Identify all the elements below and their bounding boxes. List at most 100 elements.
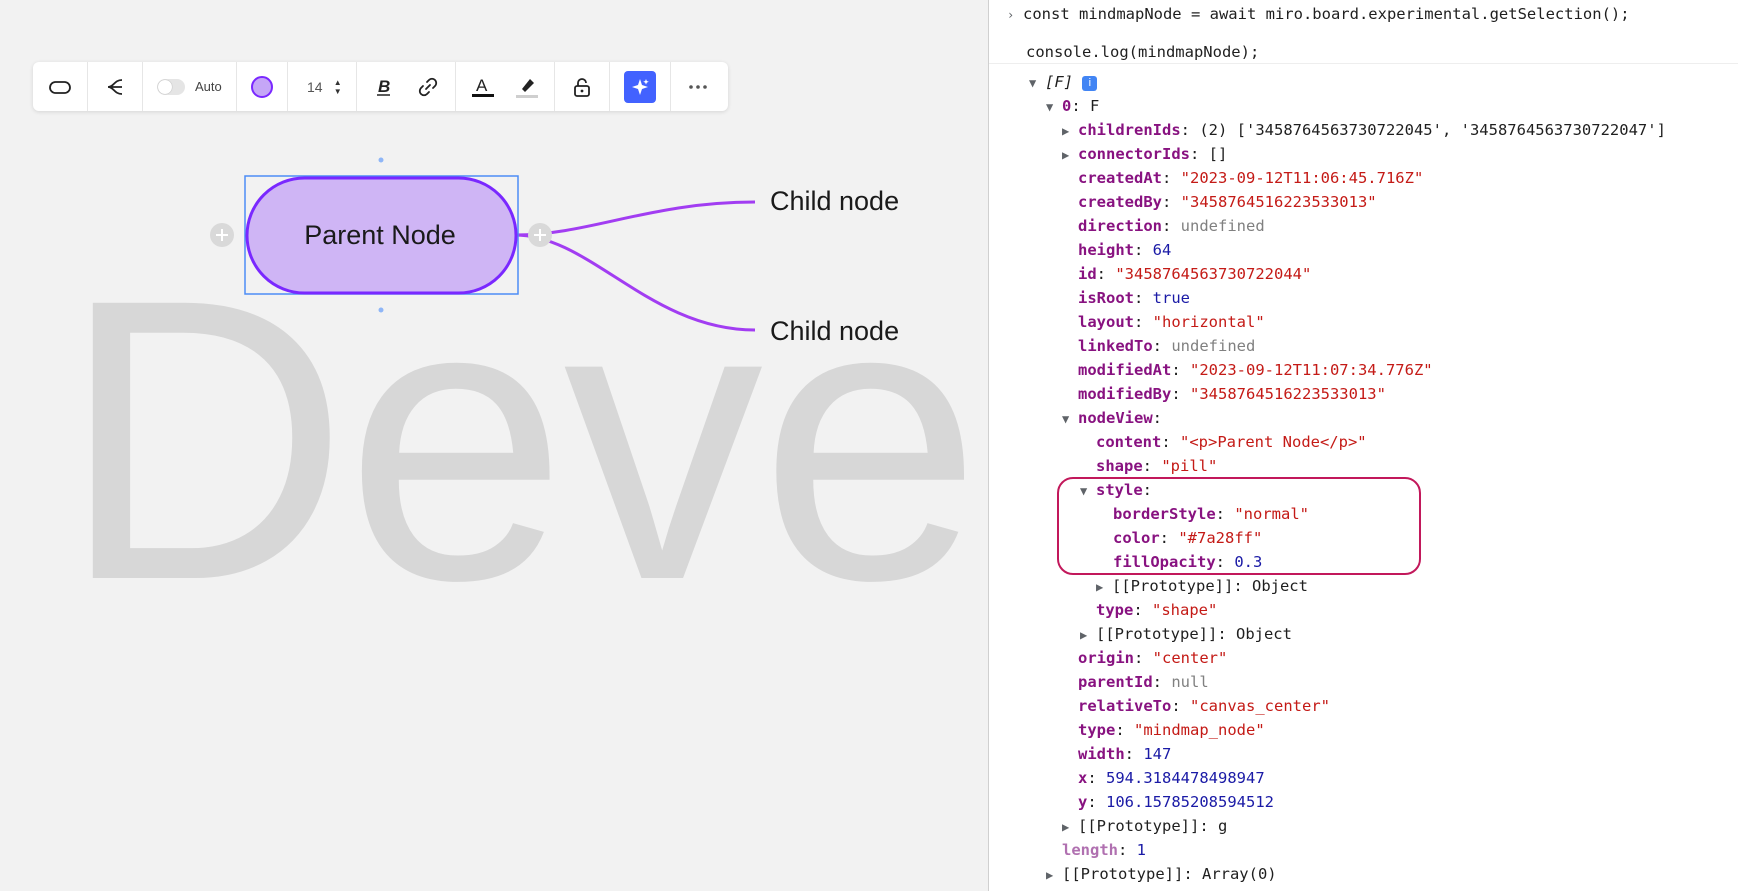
prop-childrenIds[interactable]: ▶ childrenIds: (2) ['3458764563730722045'… xyxy=(1062,118,1666,142)
command-line-1[interactable]: const mindmapNode = await miro.board.exp… xyxy=(1023,5,1630,23)
value-direction: undefined xyxy=(1180,217,1265,235)
value-borderStyle: "normal" xyxy=(1234,505,1309,523)
prop-style[interactable]: ▼ style: xyxy=(1080,478,1152,502)
value-origin: "center" xyxy=(1152,649,1228,667)
item-0-row[interactable]: ▼ 0: F xyxy=(1046,94,1099,118)
lock-icon[interactable] xyxy=(569,74,595,100)
prop-height: height: 64 xyxy=(1078,241,1172,259)
value-prototype-g: g xyxy=(1217,817,1228,835)
devtools-console[interactable]: › const mindmapNode = await miro.board.ex… xyxy=(988,0,1738,891)
prop-style-prototype[interactable]: ▶ [[Prototype]]: Object xyxy=(1096,574,1308,598)
collapse-triangle-icon[interactable]: ▶ xyxy=(1080,623,1096,647)
prop-modifiedAt: modifiedAt: "2023-09-12T11:07:34.776Z" xyxy=(1078,361,1433,379)
command-line-2[interactable]: console.log(mindmapNode); xyxy=(1026,43,1259,61)
prop-nodeView-content: content: "<p>Parent Node</p>" xyxy=(1096,433,1367,451)
prop-connectorIds[interactable]: ▶ connectorIds: [] xyxy=(1062,142,1227,166)
prop-id: id: "3458764563730722044" xyxy=(1078,265,1312,283)
auto-toggle[interactable] xyxy=(157,78,185,95)
value-id: "3458764563730722044" xyxy=(1115,265,1312,283)
ai-sparkle-icon[interactable] xyxy=(623,70,656,103)
highlighter-icon[interactable] xyxy=(514,74,540,100)
bold-icon[interactable]: B xyxy=(371,74,397,100)
connector-child-2 xyxy=(514,233,756,332)
value-connectorIds: [] xyxy=(1208,145,1228,163)
prop-item-prototype[interactable]: ▶ [[Prototype]]: g xyxy=(1062,814,1227,838)
prop-nodeView[interactable]: ▼ nodeView: xyxy=(1062,406,1162,430)
console-command: › const mindmapNode = await miro.board.ex… xyxy=(1007,2,1630,26)
prop-createdBy: createdBy: "3458764516223533013" xyxy=(1078,193,1377,211)
expand-triangle-icon[interactable]: ▼ xyxy=(1029,71,1045,95)
value-createdBy: "3458764516223533013" xyxy=(1180,193,1377,211)
collapse-triangle-icon[interactable]: ▶ xyxy=(1062,815,1078,839)
font-size-value[interactable]: 14 xyxy=(302,79,328,95)
prop-nodeView-type: type: "shape" xyxy=(1096,601,1218,619)
info-icon[interactable]: i xyxy=(1082,76,1098,91)
prop-nodeView-shape: shape: "pill" xyxy=(1096,457,1218,475)
collapse-triangle-icon[interactable]: ▶ xyxy=(1062,119,1078,143)
value-x: 594.3184478498947 xyxy=(1106,769,1265,787)
value-prototype-nodeView: Object xyxy=(1235,625,1292,643)
array-root-row[interactable]: ▼ [F] i xyxy=(1029,70,1098,95)
value-parentId: null xyxy=(1171,673,1209,691)
expand-triangle-icon[interactable]: ▼ xyxy=(1080,479,1096,503)
resize-handle-bottom[interactable] xyxy=(378,307,384,313)
prop-y: y: 106.15785208594512 xyxy=(1078,793,1274,811)
child-node-2-label[interactable]: Child node xyxy=(770,316,899,347)
value-height: 64 xyxy=(1152,241,1172,259)
chevron-down-icon[interactable]: ▼ xyxy=(334,87,342,96)
mindmap-graphic xyxy=(210,157,756,332)
prop-style-color: color: "#7a28ff" xyxy=(1113,529,1263,547)
prop-style-fillOpacity: fillOpacity: 0.3 xyxy=(1113,553,1263,571)
toolbar-group-color xyxy=(237,62,288,111)
parent-node-label[interactable]: Parent Node xyxy=(245,176,515,294)
more-icon[interactable] xyxy=(685,74,711,100)
value-createdAt: "2023-09-12T11:06:45.716Z" xyxy=(1180,169,1424,187)
chevron-up-icon[interactable]: ▲ xyxy=(334,78,342,87)
prop-modifiedBy: modifiedBy: "3458764516223533013" xyxy=(1078,385,1386,403)
mindmap-layout-icon[interactable] xyxy=(102,74,128,100)
prop-array-prototype[interactable]: ▶ [[Prototype]]: Array(0) xyxy=(1046,862,1277,886)
value-fillOpacity: 0.3 xyxy=(1234,553,1263,571)
toolbar-group-text: B xyxy=(357,62,456,111)
prop-width: width: 147 xyxy=(1078,745,1172,763)
prop-nodeView-prototype[interactable]: ▶ [[Prototype]]: Object xyxy=(1080,622,1292,646)
value-width: 147 xyxy=(1143,745,1172,763)
context-toolbar: Auto 14 ▲ ▼ B A xyxy=(33,62,728,111)
auto-label: Auto xyxy=(195,79,222,94)
prop-relativeTo: relativeTo: "canvas_center" xyxy=(1078,697,1330,715)
toolbar-group-ai xyxy=(610,62,671,111)
value-length: 1 xyxy=(1136,841,1147,859)
item-type: F xyxy=(1090,97,1100,115)
add-node-right-icon[interactable] xyxy=(528,223,552,247)
toolbar-group-fontsize: 14 ▲ ▼ xyxy=(288,62,357,111)
prop-x: x: 594.3184478498947 xyxy=(1078,769,1265,787)
prop-layout: layout: "horizontal" xyxy=(1078,313,1265,331)
prompt-chevron-icon: › xyxy=(1007,8,1015,22)
child-node-1-label[interactable]: Child node xyxy=(770,186,899,217)
font-size-stepper[interactable]: ▲ ▼ xyxy=(334,78,342,96)
link-icon[interactable] xyxy=(415,74,441,100)
value-prototype-style: Object xyxy=(1251,577,1308,595)
expand-triangle-icon[interactable]: ▼ xyxy=(1062,407,1078,431)
value-shape: "pill" xyxy=(1161,457,1218,475)
expand-triangle-icon[interactable]: ▼ xyxy=(1046,95,1062,119)
collapse-triangle-icon[interactable]: ▶ xyxy=(1062,143,1078,167)
svg-text:B: B xyxy=(378,77,390,96)
value-relativeTo: "canvas_center" xyxy=(1190,697,1330,715)
add-node-left-icon[interactable] xyxy=(210,223,234,247)
item-index: 0 xyxy=(1062,97,1072,115)
collapse-triangle-icon[interactable]: ▶ xyxy=(1046,863,1062,887)
prop-direction: direction: undefined xyxy=(1078,217,1265,235)
prop-origin: origin: "center" xyxy=(1078,649,1228,667)
board-canvas[interactable]: Devel Parent Node Child node Child node xyxy=(0,0,988,891)
array-label: [F] xyxy=(1045,73,1073,91)
connector-child-1 xyxy=(514,200,756,237)
value-type: "mindmap_node" xyxy=(1134,721,1265,739)
text-color-icon[interactable]: A xyxy=(470,74,496,100)
collapse-triangle-icon[interactable]: ▶ xyxy=(1096,575,1112,599)
console-command-continued: console.log(mindmapNode); xyxy=(989,40,1738,64)
shape-icon[interactable] xyxy=(47,74,73,100)
value-childrenIds: (2) ['3458764563730722045', '34587645637… xyxy=(1199,121,1666,139)
resize-handle-top[interactable] xyxy=(378,157,384,163)
fill-color-picker[interactable] xyxy=(250,75,273,98)
